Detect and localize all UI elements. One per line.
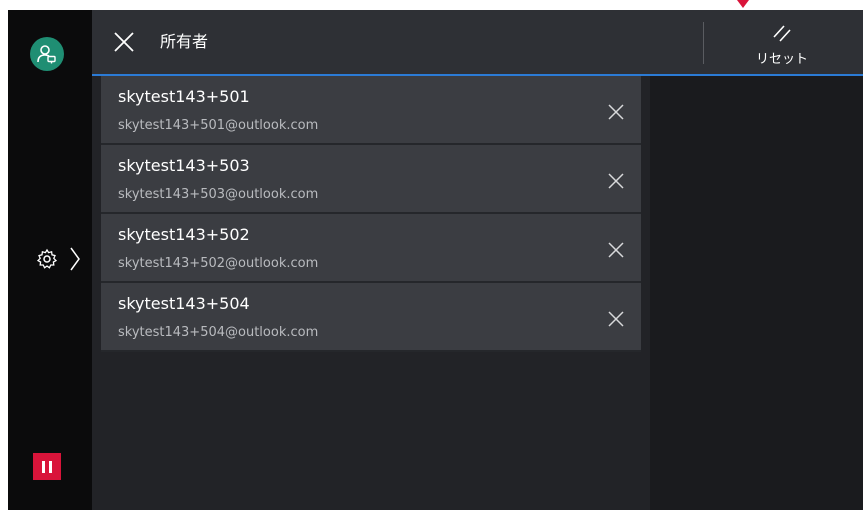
remove-icon[interactable] bbox=[608, 242, 624, 258]
reset-label: リセット bbox=[755, 52, 808, 67]
settings-gear-icon bbox=[36, 248, 58, 269]
pointer-marker bbox=[737, 0, 749, 8]
list-item[interactable]: skytest143+504 skytest143+504@outlook.co… bbox=[101, 283, 641, 352]
header-divider bbox=[703, 22, 704, 64]
close-button[interactable] bbox=[113, 31, 135, 53]
pause-icon bbox=[42, 460, 52, 473]
list-item[interactable]: skytest143+501 skytest143+501@outlook.co… bbox=[101, 76, 641, 145]
pause-button[interactable] bbox=[33, 453, 61, 480]
owner-name: skytest143+504 bbox=[118, 294, 250, 313]
reset-icon bbox=[773, 25, 791, 42]
remove-icon[interactable] bbox=[608, 104, 624, 120]
owner-list: skytest143+501 skytest143+501@outlook.co… bbox=[101, 76, 641, 352]
owner-email: skytest143+501@outlook.com bbox=[118, 118, 319, 133]
content-area: skytest143+501 skytest143+501@outlook.co… bbox=[92, 76, 863, 510]
owner-name: skytest143+503 bbox=[118, 156, 250, 175]
owner-name: skytest143+501 bbox=[118, 87, 250, 106]
right-pane bbox=[650, 76, 863, 510]
remove-icon[interactable] bbox=[608, 173, 624, 189]
reset-button[interactable]: リセット bbox=[742, 16, 822, 72]
user-button[interactable] bbox=[30, 37, 64, 71]
list-item[interactable]: skytest143+503 skytest143+503@outlook.co… bbox=[101, 145, 641, 214]
user-icon bbox=[37, 45, 56, 64]
remove-icon[interactable] bbox=[608, 311, 624, 327]
owner-name: skytest143+502 bbox=[118, 225, 250, 244]
owner-email: skytest143+504@outlook.com bbox=[118, 325, 319, 340]
device-screen: 所有者 リセット skytest143+501 skytest143+501@o… bbox=[8, 10, 863, 510]
page-title: 所有者 bbox=[160, 32, 209, 51]
chevron-right-icon bbox=[70, 247, 80, 271]
owner-email: skytest143+503@outlook.com bbox=[118, 187, 319, 202]
left-rail bbox=[8, 10, 92, 510]
header-bar: 所有者 リセット bbox=[92, 10, 863, 76]
close-icon bbox=[114, 32, 134, 52]
owner-email: skytest143+502@outlook.com bbox=[118, 256, 319, 271]
list-item[interactable]: skytest143+502 skytest143+502@outlook.co… bbox=[101, 214, 641, 283]
settings-button[interactable] bbox=[36, 244, 90, 274]
